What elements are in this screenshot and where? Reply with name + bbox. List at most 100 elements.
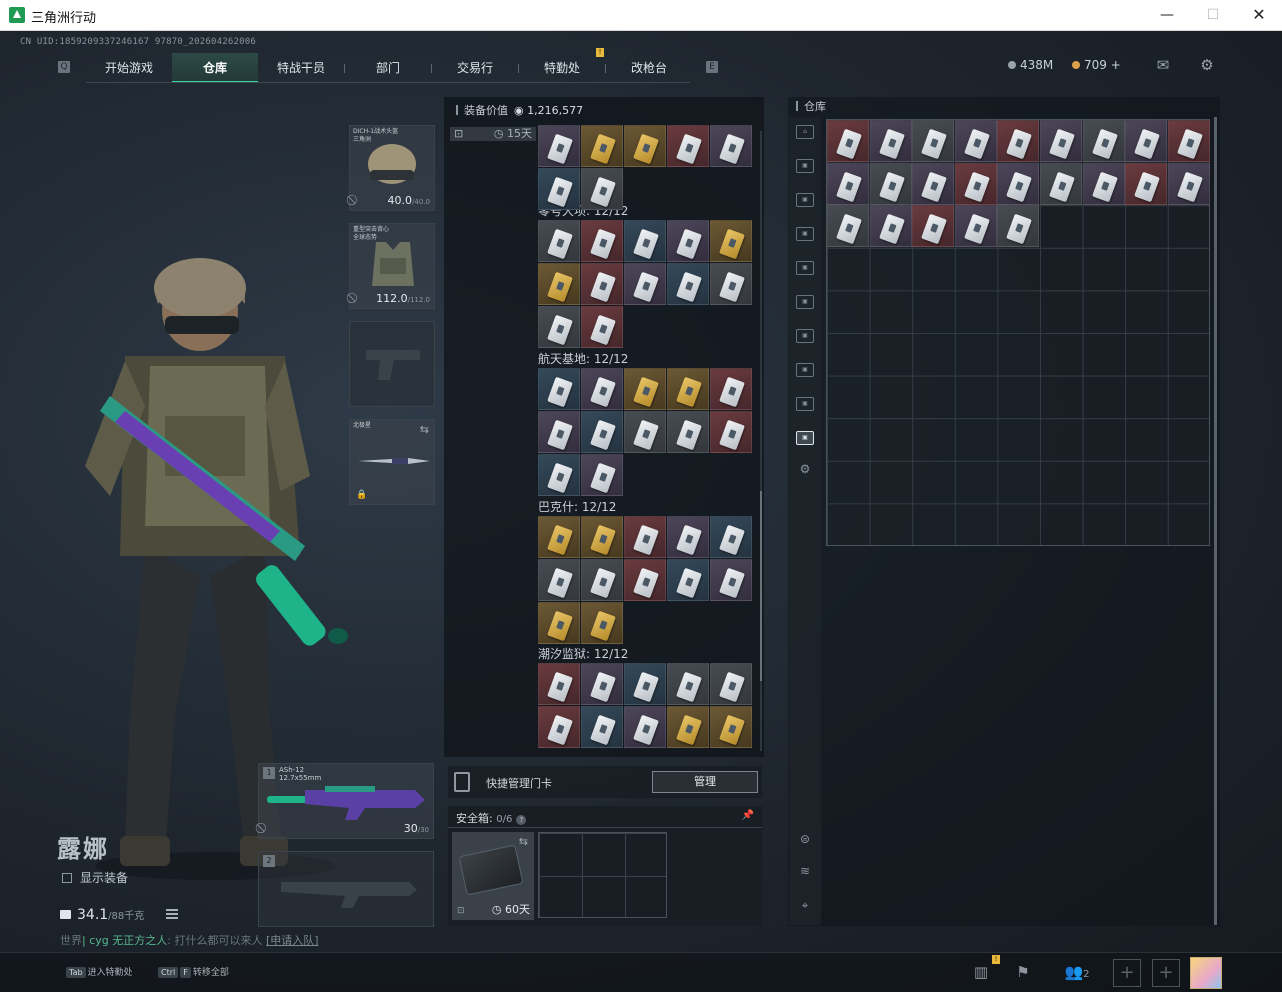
nav-next-icon[interactable]: E [706,61,718,73]
flag-icon[interactable]: ⚑ [1012,961,1034,983]
keycard-item[interactable] [581,368,623,410]
category-icon[interactable]: ▣ [796,363,814,377]
category-icon[interactable]: ▣ [796,159,814,173]
tab-gunsmith[interactable]: 改枪台 [606,53,692,83]
tab-special-ops[interactable]: 特勤处 [519,53,605,83]
primary-weapon-slot[interactable]: 1 ASh-1212.7x55mm ⃠ 30/30 [258,763,434,839]
weight-details-list-icon[interactable] [166,909,178,919]
keycard-item[interactable] [954,205,997,248]
pin-icon[interactable]: 📌 [742,810,754,821]
invite-slot-plus-icon[interactable]: + [1113,959,1141,987]
keycard-item[interactable] [667,125,709,167]
keycard-item[interactable] [827,120,869,162]
keycard-item[interactable] [912,120,955,162]
category-all-icon[interactable]: ⌂ [796,125,814,139]
pistol-slot[interactable] [349,321,435,407]
keycard-item[interactable] [581,220,623,262]
keycard-item[interactable] [581,706,623,748]
tab-department[interactable]: 部门 [345,53,431,83]
keycard-item[interactable] [538,559,580,601]
keycard-item[interactable] [869,162,912,205]
party-icon[interactable]: 👥2 [1060,961,1094,983]
tab-trading[interactable]: 交易行 [432,53,518,83]
close-button[interactable]: ✕ [1236,0,1282,30]
keycard-item[interactable] [710,263,752,305]
tab-start-game[interactable]: 开始游戏 [86,53,172,83]
tidy-icon[interactable]: ⌖ [796,899,814,913]
keycard-item[interactable] [624,663,666,705]
keycard-item[interactable] [1082,120,1125,162]
nav-prev-icon[interactable]: Q [58,61,70,73]
show-equipment-toggle[interactable]: 显示装备 [62,869,128,886]
mail-icon[interactable]: ✉ [1154,57,1172,73]
keycard-item[interactable] [538,306,580,348]
keycard-item[interactable] [710,368,752,410]
keycard-item[interactable] [710,516,752,558]
keycard-item[interactable] [869,120,912,162]
keycard-item[interactable] [1082,162,1125,205]
keycard-item[interactable] [667,663,709,705]
minimize-button[interactable]: — [1144,0,1190,30]
equipment-scrollbar[interactable] [760,131,762,751]
keycard-item[interactable] [538,168,580,210]
keycard-item[interactable] [538,706,580,748]
keycard-item[interactable] [581,454,623,496]
keycard-item[interactable] [581,663,623,705]
keycard-item[interactable] [912,205,955,248]
layers-icon[interactable]: ≋ [796,865,814,879]
keycard-item[interactable] [624,263,666,305]
keycard-item[interactable] [667,559,709,601]
category-keycards-icon[interactable]: ▣ [796,431,814,445]
keycard-item[interactable] [997,162,1040,205]
keycard-item[interactable] [912,162,955,205]
keycard-item[interactable] [1040,120,1082,162]
category-icon[interactable]: ▣ [796,329,814,343]
swap-icon[interactable]: ⇆ [519,835,528,848]
apply-join-link[interactable]: [申请入队] [266,934,319,947]
manage-button[interactable]: 管理 [652,771,758,793]
keycard-item[interactable] [581,602,623,644]
safebox-grid[interactable] [538,832,667,918]
keycard-item[interactable] [710,411,752,453]
keycard-item[interactable] [624,220,666,262]
invite-slot-plus-icon[interactable]: + [1152,959,1180,987]
help-icon[interactable]: ? [516,815,527,825]
category-settings-gear-icon[interactable]: ⚙ [796,463,814,477]
keycard-item[interactable] [581,411,623,453]
keycard-item[interactable] [667,516,709,558]
keycard-item[interactable] [997,205,1040,248]
keycard-item[interactable] [1167,120,1210,162]
keycard-item[interactable] [667,368,709,410]
keycard-item[interactable] [538,220,580,262]
player-avatar[interactable] [1190,957,1222,989]
tab-operators[interactable]: 特战干员 [258,53,344,83]
keycard-item[interactable] [538,125,580,167]
keycard-item[interactable] [538,663,580,705]
keycard-item[interactable] [538,263,580,305]
armor-slot[interactable]: 重型突击背心 全球态势 ⃠ 112.0/112.0 [349,223,435,309]
helmet-slot[interactable]: DICH-1战术头盔 三角洲 ⃠ 40.0/40.0 [349,125,435,211]
point-balance[interactable]: 709 + [1072,58,1121,72]
keycard-item[interactable] [624,411,666,453]
keycard-item[interactable] [710,220,752,262]
keycard-item[interactable] [581,306,623,348]
sort-icon[interactable]: ⊜ [796,833,814,847]
keycard-item[interactable] [667,263,709,305]
category-icon[interactable]: ▣ [796,261,814,275]
keycard-item[interactable] [538,411,580,453]
keycard-item[interactable] [827,162,869,205]
keycard-item[interactable] [954,120,997,162]
keycard-item[interactable] [624,368,666,410]
keycard-item[interactable] [538,368,580,410]
keycard-item[interactable] [624,559,666,601]
keycard-item[interactable] [710,559,752,601]
keycard-item[interactable] [581,559,623,601]
scrollbar-thumb[interactable] [760,491,762,681]
keycard-item[interactable] [1125,162,1168,205]
keycard-item[interactable] [667,220,709,262]
swap-icon[interactable]: ⇆ [420,423,429,436]
keycard-item[interactable] [1167,162,1210,205]
keycard-item[interactable] [624,516,666,558]
keycard-item[interactable] [667,706,709,748]
keycard-item[interactable] [538,602,580,644]
